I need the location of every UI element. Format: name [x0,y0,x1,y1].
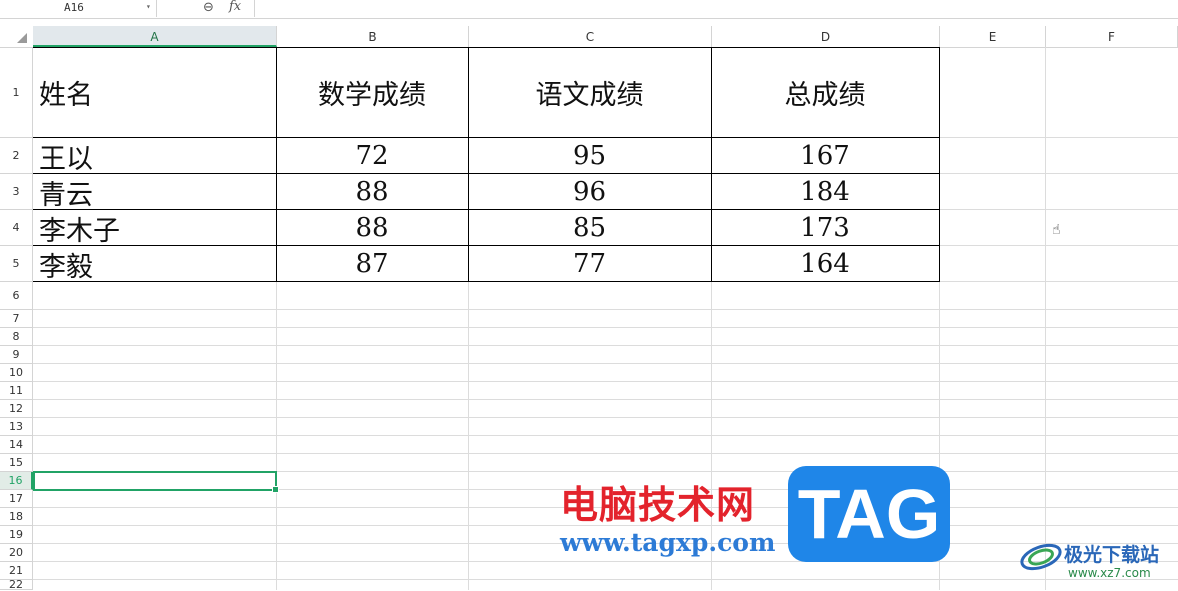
fx-icon[interactable]: fx [229,0,241,14]
table-cell-name[interactable]: 李木子 [33,210,276,247]
table-cell-chinese[interactable]: 85 [468,210,711,246]
row-header-4[interactable]: 4 [0,210,33,246]
row-header-16[interactable]: 16 [0,472,33,490]
row-header-8[interactable]: 8 [0,328,33,346]
row-header-11[interactable]: 11 [0,382,33,400]
watermark-site2-name: 极光下载站 [1064,544,1160,566]
table-cell-math[interactable]: 72 [276,138,468,174]
table-cell-math[interactable]: 87 [276,246,468,282]
table-cell-name[interactable]: 李毅 [33,246,276,283]
name-box-value: A16 [64,1,84,14]
row-header-6[interactable]: 6 [0,282,33,310]
table-cell-name[interactable]: 王以 [33,138,276,175]
table-header-chinese[interactable]: 语文成绩 [468,47,711,138]
chevron-down-icon[interactable]: ▾ [146,2,151,11]
column-header-e[interactable]: E [940,26,1046,47]
formula-bar: A16 ▾ ⊖ fx [0,0,1178,19]
formula-input[interactable] [254,0,1178,17]
row-header-19[interactable]: 19 [0,526,33,544]
name-box[interactable]: A16 ▾ [0,0,157,17]
row-header-3[interactable]: 3 [0,174,33,210]
table-cell-chinese[interactable]: 77 [468,246,711,282]
table-cell-total[interactable]: 167 [711,138,939,174]
table-cell-math[interactable]: 88 [276,210,468,246]
table-cell-total[interactable]: 173 [711,210,939,246]
row-header-15[interactable]: 15 [0,454,33,472]
select-all-triangle-icon [17,33,27,43]
row-header-1[interactable]: 1 [0,47,33,138]
row-header-bar: 1 2 3 4 5 6 7 8 9 10 11 12 13 14 15 16 1… [0,47,33,591]
row-header-13[interactable]: 13 [0,418,33,436]
column-header-d[interactable]: D [712,26,940,47]
column-header-bar: A B C D E F [0,26,1178,48]
table-cell-total[interactable]: 164 [711,246,939,282]
table-cell-chinese[interactable]: 95 [468,138,711,174]
row-header-17[interactable]: 17 [0,490,33,508]
row-header-7[interactable]: 7 [0,310,33,328]
selected-cell-a16[interactable] [33,471,279,493]
row-header-9[interactable]: 9 [0,346,33,364]
zoom-out-icon[interactable]: ⊖ [203,0,214,15]
table-header-name[interactable]: 姓名 [33,47,276,138]
watermark-site-name: 电脑技术网 [560,483,756,527]
row-header-12[interactable]: 12 [0,400,33,418]
watermark-site-url: www.tagxp.com [560,528,776,557]
column-header-f[interactable]: F [1046,26,1178,47]
table-cell-name[interactable]: 青云 [33,174,276,211]
watermark-tag-logo: TAG [788,466,950,562]
table-header-math[interactable]: 数学成绩 [276,47,468,138]
row-header-10[interactable]: 10 [0,364,33,382]
row-header-14[interactable]: 14 [0,436,33,454]
hand-cursor-icon: ☝ [1052,222,1061,238]
table-cell-chinese[interactable]: 96 [468,174,711,210]
swirl-logo-icon [1020,543,1062,571]
watermark-site2-url: www.xz7.com [1068,566,1151,580]
row-header-22[interactable]: 22 [0,578,33,591]
table-cell-total[interactable]: 184 [711,174,939,210]
row-header-2[interactable]: 2 [0,138,33,174]
row-header-20[interactable]: 20 [0,544,33,562]
column-header-a[interactable]: A [33,26,277,47]
table-cell-math[interactable]: 88 [276,174,468,210]
table-header-total[interactable]: 总成绩 [711,47,939,138]
fill-handle[interactable] [272,486,279,493]
row-header-18[interactable]: 18 [0,508,33,526]
column-header-c[interactable]: C [469,26,712,47]
select-all-button[interactable] [0,26,34,47]
column-header-b[interactable]: B [277,26,469,47]
row-header-5[interactable]: 5 [0,246,33,282]
